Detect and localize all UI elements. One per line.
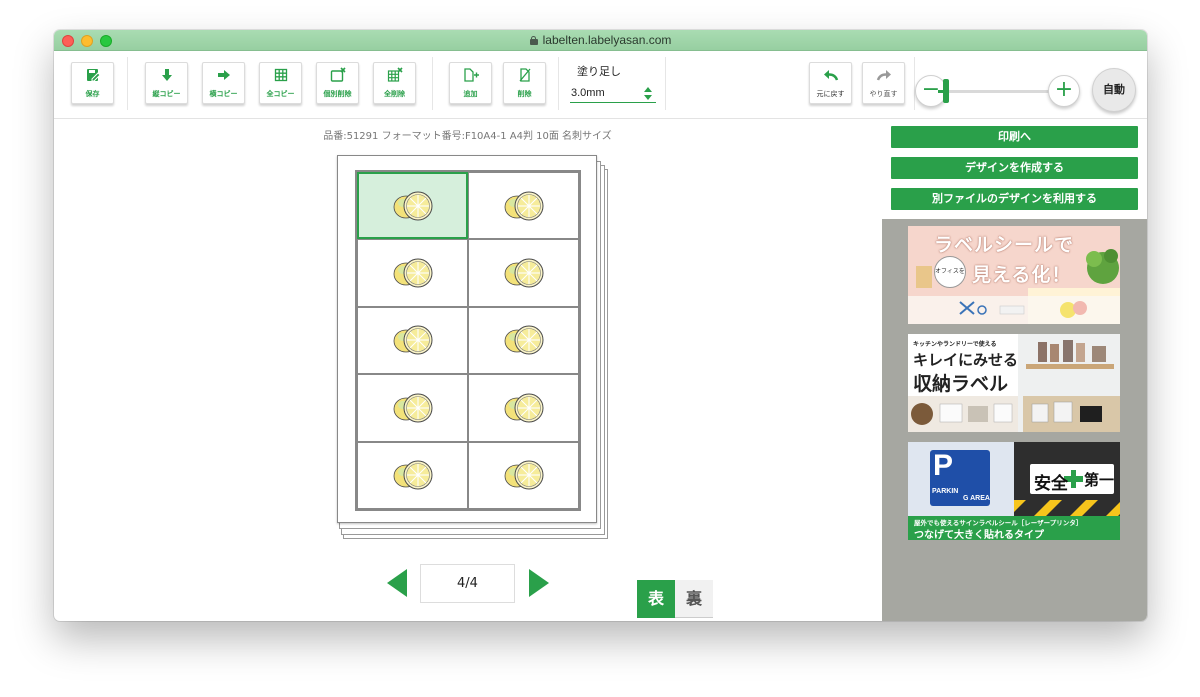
undo-button[interactable]: 元に戻す [809, 62, 852, 104]
plus-icon: + [1054, 77, 1074, 102]
label-cell[interactable] [357, 306, 468, 375]
label-cell[interactable] [468, 441, 579, 509]
ad2-subheadline: 収納ラベル [913, 373, 1009, 395]
ad-banner-sign-labels[interactable]: P PARKIN G AREA 安全 第一 屋外でも使えるサインラベルシール［レ… [908, 442, 1120, 540]
lemon-image [389, 455, 437, 495]
individual-delete-button[interactable]: 個別削除 [316, 62, 359, 104]
lemon-image [500, 388, 548, 428]
address-bar: labelten.labelyasan.com [54, 33, 1147, 47]
redo-label: やり直す [869, 90, 898, 98]
add-page-icon [450, 67, 491, 87]
page-indicator: 4/4 [420, 564, 515, 603]
label-cell[interactable] [468, 374, 579, 442]
toolbar-divider [665, 57, 666, 110]
arrow-down-icon [146, 67, 187, 87]
ad3-sign-text-2: G AREA [963, 495, 990, 502]
grid-icon [260, 67, 301, 87]
ad1-headline: ラベルシールで [934, 234, 1075, 256]
vertical-copy-button[interactable]: 縦コピー [145, 62, 188, 104]
ad2-caption: キッチンやランドリーで使える [913, 341, 997, 348]
ad-panel: ラベルシールで オフィスを 見える化！ キッチンやランドリーで使える キレイにみ… [882, 219, 1147, 621]
delete-page-icon [504, 67, 545, 87]
ad3-sign-text-1: PARKIN [932, 488, 959, 495]
lemon-image [500, 455, 548, 495]
bleed-value: 3.0mm [571, 87, 605, 99]
ad-banner-office-labels[interactable]: ラベルシールで オフィスを 見える化！ [908, 226, 1120, 324]
use-other-file-design-button[interactable]: 別ファイルのデザインを利用する [891, 188, 1138, 210]
redo-button[interactable]: やり直す [862, 62, 905, 104]
add-page-label: 追加 [463, 90, 478, 98]
ad1-badge: オフィスを [934, 256, 966, 288]
previous-page-button[interactable] [387, 569, 407, 597]
toolbar-divider [558, 57, 559, 110]
next-page-button[interactable] [529, 569, 549, 597]
toolbar-divider [432, 57, 433, 110]
zoom-slider[interactable] [938, 90, 1054, 93]
bleed-select[interactable]: 3.0mm [570, 86, 656, 103]
sidebar: 印刷へ デザインを作成する 別ファイルのデザインを利用する ラベルシールで オフ… [882, 119, 1147, 621]
lemon-image [389, 186, 437, 226]
lemon-image [500, 253, 548, 293]
arrow-right-icon [203, 67, 244, 87]
label-cell[interactable] [468, 306, 579, 375]
label-cell[interactable] [357, 239, 468, 307]
ad3-tagline: つなげて大きく貼れるタイプ [914, 530, 1044, 540]
horizontal-copy-label: 横コピー [209, 90, 238, 98]
label-cell[interactable] [357, 172, 468, 240]
ad2-headline: キレイにみせる [913, 351, 1019, 369]
back-side-tab[interactable]: 裏 [675, 580, 713, 618]
individual-delete-label: 個別削除 [323, 90, 352, 98]
ad3-safety-text-2: 第一 [1084, 471, 1115, 489]
delete-frame-icon [317, 67, 358, 87]
delete-page-label: 削除 [517, 90, 532, 98]
url-text: labelten.labelyasan.com [542, 33, 672, 47]
zoom-slider-thumb[interactable] [943, 79, 949, 103]
app-window: labelten.labelyasan.com 保存 縦コピー 横コピー 全コピ… [54, 30, 1147, 621]
ad1-subheadline: 見える化！ [972, 264, 1072, 286]
create-design-button[interactable]: デザインを作成する [891, 157, 1138, 179]
stepper-arrows-icon [644, 86, 652, 102]
lemon-image [500, 186, 548, 226]
toolbar: 保存 縦コピー 横コピー 全コピー 個別削除 全削除 追加 削除 塗り足し 3.… [54, 51, 1147, 119]
bleed-label: 塗り足し [577, 65, 621, 78]
save-icon [72, 67, 113, 87]
save-button[interactable]: 保存 [71, 62, 114, 104]
label-sheet [337, 155, 597, 523]
auto-fit-button[interactable]: 自動 [1092, 68, 1136, 112]
delete-all-label: 全削除 [384, 90, 405, 98]
all-copy-label: 全コピー [266, 90, 295, 98]
label-cell[interactable] [468, 172, 579, 240]
undo-icon [810, 67, 851, 87]
horizontal-copy-button[interactable]: 横コピー [202, 62, 245, 104]
lemon-image [500, 320, 548, 360]
ad3-safety-text: 安全 [1034, 474, 1068, 494]
label-grid [355, 170, 581, 511]
delete-page-button[interactable]: 削除 [503, 62, 546, 104]
toolbar-divider [914, 57, 915, 110]
vertical-copy-label: 縦コピー [152, 90, 181, 98]
all-copy-button[interactable]: 全コピー [259, 62, 302, 104]
product-info: 品番:51291 フォーマット番号:F10A4-1 A4判 10面 名刺サイズ [323, 131, 612, 142]
add-page-button[interactable]: 追加 [449, 62, 492, 104]
delete-grid-icon [374, 67, 415, 87]
redo-icon [863, 67, 904, 87]
go-to-print-button[interactable]: 印刷へ [891, 126, 1138, 148]
lock-icon [529, 36, 538, 45]
save-label: 保存 [85, 90, 100, 98]
label-cell[interactable] [468, 239, 579, 307]
lemon-image [389, 320, 437, 360]
title-bar: labelten.labelyasan.com [54, 30, 1147, 51]
lemon-image [389, 253, 437, 293]
lemon-image [389, 388, 437, 428]
front-side-tab[interactable]: 表 [637, 580, 675, 618]
ad-banner-storage-labels[interactable]: キッチンやランドリーで使える キレイにみせる 収納ラベル [908, 334, 1120, 432]
zoom-in-button[interactable]: + [1048, 75, 1080, 107]
delete-all-button[interactable]: 全削除 [373, 62, 416, 104]
label-cell[interactable] [357, 441, 468, 509]
toolbar-divider [127, 57, 128, 110]
ad3-sign-letter: P [933, 449, 954, 482]
label-cell[interactable] [357, 374, 468, 442]
undo-label: 元に戻す [816, 90, 845, 98]
